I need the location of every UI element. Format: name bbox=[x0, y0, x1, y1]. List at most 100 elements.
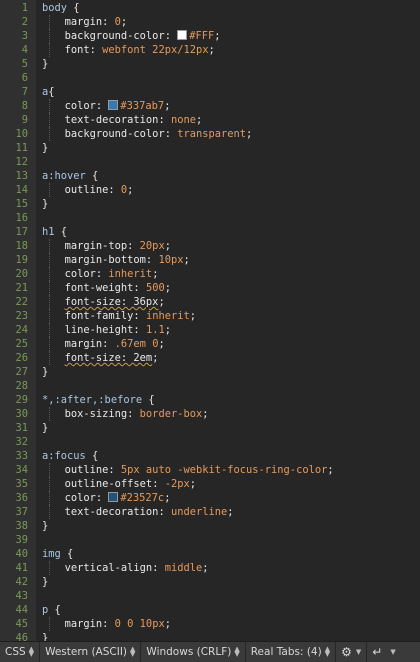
tabs-selector[interactable]: Real Tabs: (4) ▲ ▼ bbox=[246, 642, 337, 662]
color-swatch[interactable] bbox=[177, 30, 188, 40]
line-code[interactable]: } bbox=[42, 197, 48, 211]
code-editor[interactable]: 1 body {2 margin: 0; 3 background-color: #FF… bbox=[0, 0, 420, 641]
code-line[interactable]: 23 font-family: inherit; bbox=[0, 309, 420, 323]
more-button[interactable]: ▼ bbox=[387, 642, 400, 662]
code-line[interactable]: 15} bbox=[0, 197, 420, 211]
code-line[interactable]: 2 margin: 0; bbox=[0, 15, 420, 29]
line-code[interactable]: a{ bbox=[42, 85, 55, 99]
code-line[interactable]: 36 color: #23527c; bbox=[0, 491, 420, 505]
line-code[interactable]: margin-top: 20px; bbox=[65, 239, 171, 253]
code-line[interactable]: 46} bbox=[0, 631, 420, 641]
line-code[interactable]: font-size: 2em; bbox=[65, 351, 159, 365]
line-code[interactable]: a:hover { bbox=[42, 169, 98, 183]
code-line[interactable]: 24 line-height: 1.1; bbox=[0, 323, 420, 337]
code-line[interactable]: 1 body { bbox=[0, 1, 420, 15]
line-code[interactable]: p { bbox=[42, 603, 61, 617]
color-swatch[interactable] bbox=[108, 492, 119, 502]
line-code[interactable]: } bbox=[42, 519, 48, 533]
line-code[interactable]: text-decoration: underline; bbox=[65, 505, 234, 519]
token-punctuation: ; bbox=[189, 310, 196, 322]
line-code[interactable]: margin-bottom: 10px; bbox=[65, 253, 190, 267]
code-line[interactable]: 45 margin: 0 0 10px; bbox=[0, 617, 420, 631]
code-line[interactable]: 17 h1 { bbox=[0, 225, 420, 239]
code-line[interactable]: 32 bbox=[0, 435, 420, 449]
code-line[interactable]: 5} bbox=[0, 57, 420, 71]
line-code[interactable]: *,:after,:before { bbox=[42, 393, 155, 407]
line-code[interactable]: outline: 0; bbox=[65, 183, 134, 197]
language-selector[interactable]: CSS ▲ ▼ bbox=[0, 642, 41, 662]
code-line[interactable]: 26 font-size: 2em; bbox=[0, 351, 420, 365]
line-code[interactable]: } bbox=[42, 141, 48, 155]
code-line[interactable]: 40 img { bbox=[0, 547, 420, 561]
line-code[interactable]: font-size: 36px; bbox=[65, 295, 165, 309]
line-code[interactable]: img { bbox=[42, 547, 73, 561]
code-line[interactable]: 28 bbox=[0, 379, 420, 393]
token-punctuation: } bbox=[42, 520, 49, 532]
line-code[interactable]: margin: 0 0 10px; bbox=[65, 617, 171, 631]
line-code[interactable]: color: #337ab7; bbox=[65, 99, 170, 113]
line-code[interactable]: font-weight: 500; bbox=[65, 281, 171, 295]
code-line[interactable]: 20 color: inherit; bbox=[0, 267, 420, 281]
line-code[interactable]: font: webfont 22px/12px; bbox=[65, 43, 215, 57]
code-line[interactable]: 12 bbox=[0, 155, 420, 169]
code-line[interactable]: 37 text-decoration: underline; bbox=[0, 505, 420, 519]
line-code[interactable]: color: #23527c; bbox=[65, 491, 170, 505]
code-line[interactable]: 31} bbox=[0, 421, 420, 435]
return-button[interactable]: ↵ bbox=[367, 642, 387, 662]
token-punctuation: ; bbox=[214, 30, 221, 42]
line-code[interactable]: } bbox=[42, 575, 48, 589]
code-line[interactable]: 42} bbox=[0, 575, 420, 589]
code-line[interactable]: 6 bbox=[0, 71, 420, 85]
code-line[interactable]: 18 margin-top: 20px; bbox=[0, 239, 420, 253]
code-line[interactable]: 27} bbox=[0, 365, 420, 379]
line-endings-selector[interactable]: Windows (CRLF) ▲ ▼ bbox=[141, 642, 246, 662]
line-code[interactable]: a:focus { bbox=[42, 449, 98, 463]
code-line[interactable]: 38} bbox=[0, 519, 420, 533]
code-line[interactable]: 7 a{ bbox=[0, 85, 420, 99]
line-code[interactable]: body { bbox=[42, 1, 80, 15]
code-line[interactable]: 33 a:focus { bbox=[0, 449, 420, 463]
code-line[interactable]: 41 vertical-align: middle; bbox=[0, 561, 420, 575]
line-code[interactable]: vertical-align: middle; bbox=[65, 561, 209, 575]
code-line[interactable]: 29 *,:after,:before { bbox=[0, 393, 420, 407]
color-swatch[interactable] bbox=[108, 100, 119, 110]
line-code[interactable]: } bbox=[42, 631, 48, 641]
line-code[interactable]: line-height: 1.1; bbox=[65, 323, 171, 337]
code-line[interactable]: 22 font-size: 36px; bbox=[0, 295, 420, 309]
code-line[interactable]: 21 font-weight: 500; bbox=[0, 281, 420, 295]
code-line[interactable]: 10 background-color: transparent; bbox=[0, 127, 420, 141]
code-line[interactable]: 4 font: webfont 22px/12px; bbox=[0, 43, 420, 57]
code-line[interactable]: 34 outline: 5px auto -webkit-focus-ring-c… bbox=[0, 463, 420, 477]
code-line[interactable]: 9 text-decoration: none; bbox=[0, 113, 420, 127]
code-line[interactable]: 44 p { bbox=[0, 603, 420, 617]
line-code[interactable]: } bbox=[42, 421, 48, 435]
code-line[interactable]: 43 bbox=[0, 589, 420, 603]
code-line[interactable]: 39 bbox=[0, 533, 420, 547]
line-code[interactable]: } bbox=[42, 57, 48, 71]
line-code[interactable]: font-family: inherit; bbox=[65, 309, 196, 323]
code-line[interactable]: 16 bbox=[0, 211, 420, 225]
line-code[interactable]: background-color: transparent; bbox=[65, 127, 253, 141]
code-line[interactable]: 25 margin: .67em 0; bbox=[0, 337, 420, 351]
code-line[interactable]: 35 outline-offset: -2px; bbox=[0, 477, 420, 491]
line-code[interactable]: box-sizing: border-box; bbox=[65, 407, 209, 421]
code-line[interactable]: 14 outline: 0; bbox=[0, 183, 420, 197]
code-line[interactable]: 8 color: #337ab7; bbox=[0, 99, 420, 113]
line-code[interactable]: background-color: #FFF; bbox=[65, 29, 221, 43]
code-line[interactable]: 11} bbox=[0, 141, 420, 155]
settings-button[interactable]: ⚙ ▼ bbox=[336, 642, 368, 662]
line-code[interactable]: } bbox=[42, 365, 48, 379]
line-code[interactable]: h1 { bbox=[42, 225, 67, 239]
indent-guide bbox=[49, 29, 50, 43]
line-code[interactable]: outline-offset: -2px; bbox=[65, 477, 196, 491]
code-line[interactable]: 19 margin-bottom: 10px; bbox=[0, 253, 420, 267]
code-line[interactable]: 13 a:hover { bbox=[0, 169, 420, 183]
line-code[interactable]: color: inherit; bbox=[65, 267, 159, 281]
code-line[interactable]: 30 box-sizing: border-box; bbox=[0, 407, 420, 421]
encoding-selector[interactable]: Western (ASCII) ▲ ▼ bbox=[40, 642, 142, 662]
line-code[interactable]: text-decoration: none; bbox=[65, 113, 203, 127]
line-code[interactable]: outline: 5px auto -webkit-focus-ring-col… bbox=[65, 463, 334, 477]
code-line[interactable]: 3 background-color: #FFF; bbox=[0, 29, 420, 43]
line-code[interactable]: margin: .67em 0; bbox=[65, 337, 165, 351]
line-code[interactable]: margin: 0; bbox=[65, 15, 128, 29]
